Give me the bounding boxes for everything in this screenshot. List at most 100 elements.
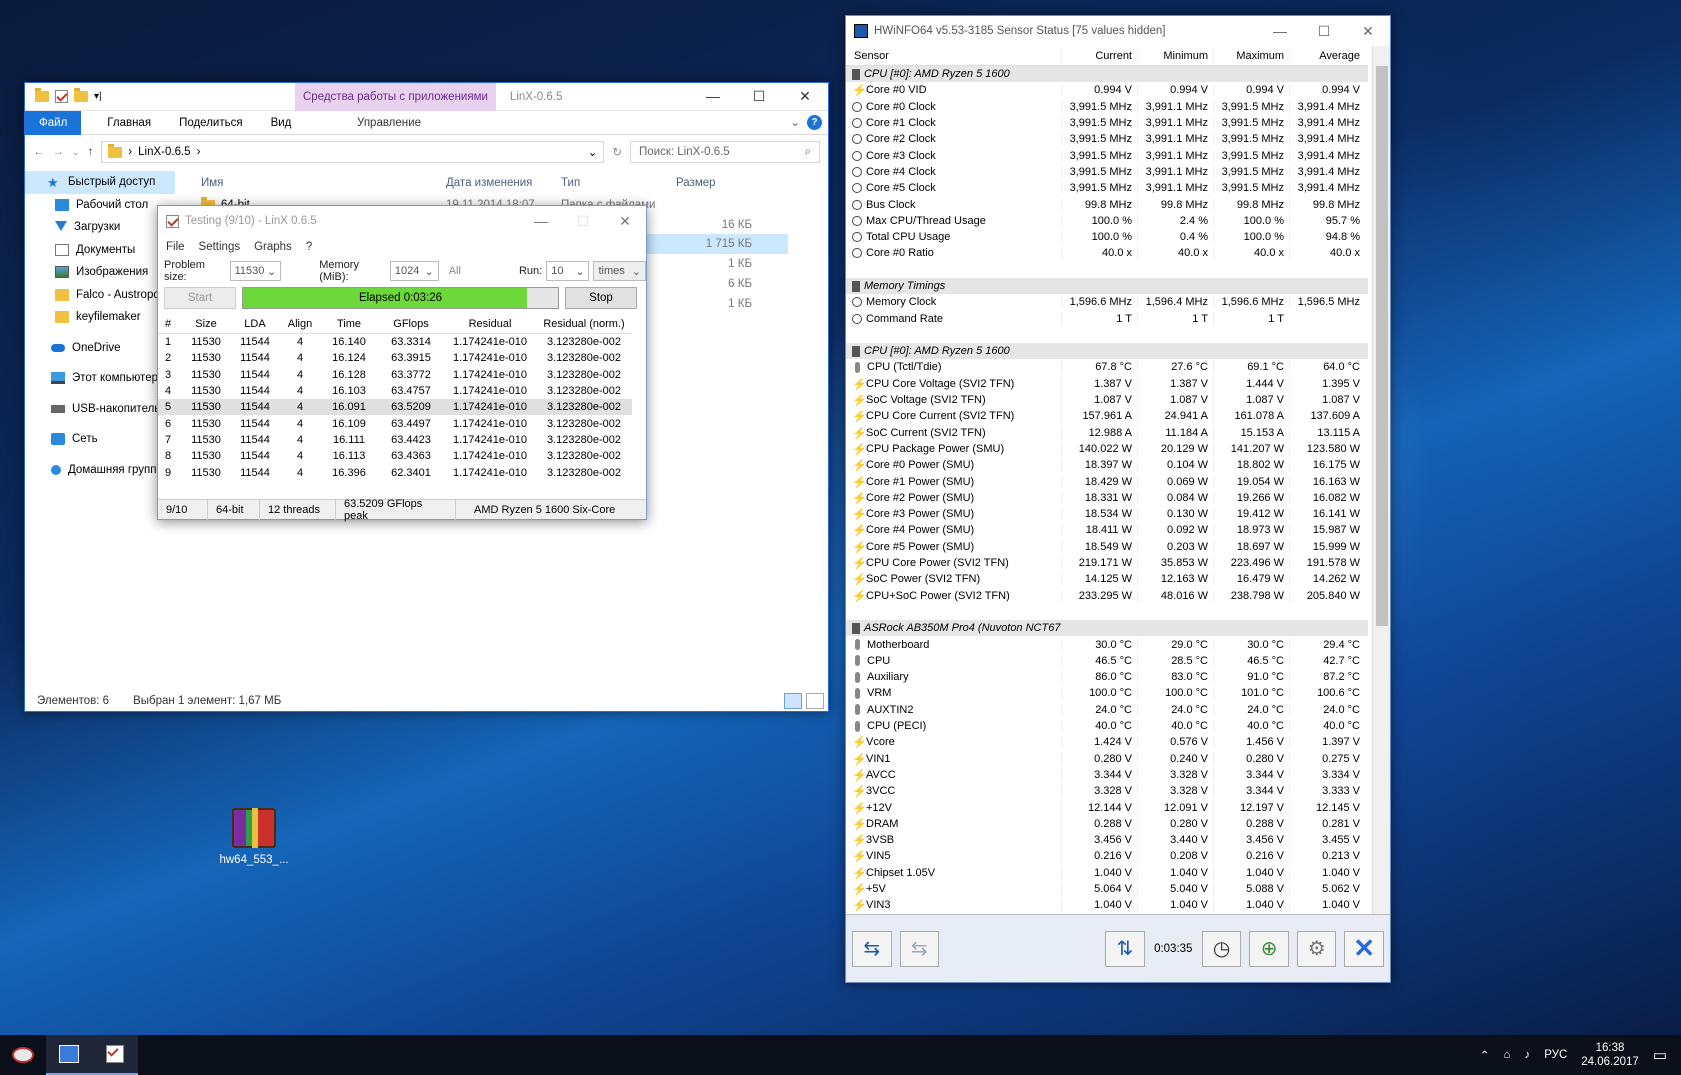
volume-icon[interactable]: ♪ (1524, 1049, 1530, 1061)
sensor-row[interactable]: VRM 100.0 °C 100.0 °C 101.0 °C 100.6 °C (846, 685, 1368, 701)
sensor-row[interactable]: ⚡ Core #4 Power (SMU) 18.411 W 0.092 W 18.97… (846, 522, 1368, 538)
column-type[interactable]: Тип (555, 177, 670, 189)
sensor-row[interactable]: Core #5 Clock 3,991.5 MHz 3,991.1 MHz 3,991… (846, 180, 1368, 196)
sensor-row[interactable]: ⚡ AVCC 3.344 V 3.328 V 3.344 V 3.334 V (846, 767, 1368, 783)
network-icon[interactable]: ⇅ (1105, 930, 1145, 967)
minimize-icon[interactable]: — (1258, 23, 1302, 40)
sensor-row[interactable]: ⚡ 3VSB 3.456 V 3.440 V 3.456 V 3.455 V (846, 832, 1368, 848)
problem-size-combo[interactable]: 11530 ⌄ (229, 261, 282, 281)
result-row[interactable]: 6 11530 11544 4 16.109 63.4497 1.174241e-010 3.… (158, 415, 632, 431)
menu-graphs[interactable]: Graphs (254, 241, 292, 253)
nav-pictures[interactable]: Изображения (25, 261, 175, 284)
result-row[interactable]: 2 11530 11544 4 16.124 63.3915 1.174241e-010 3.… (158, 350, 632, 366)
sensor-row[interactable]: ⚡ Core #5 Power (SMU) 18.549 W 0.203 W 18.69… (846, 539, 1368, 555)
sensor-row[interactable]: ⚡ +12V 12.144 V 12.091 V 12.197 V 12.145 V (846, 799, 1368, 815)
sensor-row[interactable]: ⚡ SoC Power (SVI2 TFN) 14.125 W 12.163 W 16.… (846, 571, 1368, 587)
sensor-row[interactable]: ⚡ VIN1 0.280 V 0.240 V 0.280 V 0.275 V (846, 750, 1368, 766)
sensor-row[interactable]: ⚡ DRAM 0.288 V 0.280 V 0.288 V 0.281 V (846, 816, 1368, 832)
tab-share[interactable]: Поделиться (165, 117, 257, 129)
details-view-icon[interactable] (784, 693, 802, 709)
nav-homegroup[interactable]: Домашняя групп (25, 459, 175, 482)
column-size[interactable]: Размер (670, 177, 760, 189)
sensor-row[interactable]: ⚡ Chipset 1.05V 1.040 V 1.040 V 1.040 V 1.040… (846, 865, 1368, 881)
taskbar-app-linx[interactable] (92, 1035, 138, 1075)
up-icon[interactable]: ↑ (88, 146, 94, 158)
minimize-icon[interactable]: — (520, 213, 562, 230)
blank-row[interactable] (846, 327, 1368, 343)
sensor-row[interactable]: ⚡ Vcore 1.424 V 0.576 V 1.456 V 1.397 V (846, 734, 1368, 750)
sensor-row[interactable]: ⚡ CPU Core Voltage (SVI2 TFN) 1.387 V 1.387… (846, 376, 1368, 392)
tab-home[interactable]: Главная (93, 117, 165, 129)
nav-quick-access[interactable]: ★ Быстрый доступ (25, 171, 175, 194)
sensor-row[interactable]: CPU 46.5 °C 28.5 °C 46.5 °C 42.7 °C (846, 653, 1368, 669)
address-bar[interactable]: › LinX-0.6.5 › ⌄ (101, 141, 605, 163)
run-unit-combo[interactable]: times ⌄ (593, 261, 647, 281)
help-icon[interactable]: ? (807, 115, 822, 130)
result-row[interactable]: 7 11530 11544 4 16.111 63.4423 1.174241e-010 3.… (158, 432, 632, 448)
sensor-row[interactable]: Core #4 Clock 3,991.5 MHz 3,991.1 MHz 3,991… (846, 164, 1368, 180)
sensor-group-header[interactable]: Memory Timings (846, 277, 1368, 295)
sensor-row[interactable]: Command Rate 1 T1 T1 T (846, 310, 1368, 326)
menu-help[interactable]: ? (306, 241, 312, 253)
blank-row[interactable] (846, 262, 1368, 278)
column-name[interactable]: Имя (195, 177, 440, 189)
sensor-row[interactable]: ⚡ CPU Core Power (SVI2 TFN) 219.171 W 35.85… (846, 555, 1368, 571)
tab-file[interactable]: Файл (25, 110, 82, 135)
sensor-row[interactable]: ⚡ Core #2 Power (SMU) 18.331 W 0.084 W 19.26… (846, 490, 1368, 506)
nav-arrows-disabled-icon[interactable]: ⇆ (899, 930, 940, 967)
close-sensors-icon[interactable]: ✕ (1344, 930, 1384, 967)
nav-desktop[interactable]: Рабочий стол (25, 194, 175, 217)
sensor-row[interactable]: Core #2 Clock 3,991.5 MHz 3,991.1 MHz 3,991… (846, 131, 1368, 147)
sensor-row[interactable]: Core #3 Clock 3,991.5 MHz 3,991.1 MHz 3,991… (846, 147, 1368, 163)
add-report-icon[interactable]: ⊕ (1249, 930, 1289, 967)
taskbar-app-paint[interactable] (0, 1035, 46, 1075)
ribbon-expand-icon[interactable]: ⌄ (790, 115, 800, 129)
sensor-row[interactable]: ⚡ Core #3 Power (SMU) 18.534 W 0.130 W 19.41… (846, 506, 1368, 522)
nav-onedrive[interactable]: OneDrive (25, 337, 175, 360)
address-dropdown-icon[interactable]: ⌄ (588, 145, 598, 159)
taskbar-app-hwinfo[interactable] (46, 1035, 92, 1075)
search-input[interactable]: Поиск: LinX-0.6.5 ⌕ (630, 141, 820, 163)
col-maximum[interactable]: Maximum (1213, 49, 1289, 62)
recent-icon[interactable]: ⌄ (72, 147, 80, 158)
properties-icon[interactable] (55, 90, 68, 103)
result-row[interactable]: 5 11530 11544 4 16.091 63.5209 1.174241e-010 3.… (158, 399, 632, 416)
sensor-row[interactable]: Total CPU Usage 100.0 % 0.4 % 100.0 % 94.8 % (846, 229, 1368, 245)
tray-expand-icon[interactable]: ⌃ (1480, 1048, 1490, 1062)
memory-combo[interactable]: 1024 ⌄ (389, 261, 439, 281)
clock-icon[interactable]: ◷ (1201, 930, 1242, 967)
sensor-row[interactable]: Memory Clock 1,596.6 MHz 1,596.4 MHz 1,596.… (846, 294, 1368, 310)
result-row[interactable]: 3 11530 11544 4 16.128 63.3772 1.174241e-010 3.… (158, 367, 632, 383)
nav-documents[interactable]: Документы (25, 239, 175, 262)
nav-this-pc[interactable]: Этот компьютер (25, 367, 175, 390)
sensor-row[interactable]: Core #0 Ratio 40.0 x 40.0 x 40.0 x 40.0 x (846, 245, 1368, 261)
nav-network[interactable]: Сеть (25, 428, 175, 451)
nav-downloads[interactable]: Загрузки (25, 216, 175, 239)
result-row[interactable]: 1 11530 11544 4 16.140 63.3314 1.174241e-010 3.… (158, 334, 632, 350)
menu-file[interactable]: File (166, 241, 185, 253)
run-count-combo[interactable]: 10 ⌄ (546, 261, 590, 281)
column-date[interactable]: Дата изменения (440, 177, 555, 189)
minimize-icon[interactable]: — (690, 88, 736, 105)
col-current[interactable]: Current (1061, 49, 1137, 62)
sensor-group-header[interactable]: ASRock AB350M Pro4 (Nuvoton NCT67... (846, 620, 1368, 637)
maximize-icon[interactable]: ☐ (1302, 23, 1346, 40)
desktop-icon-archive[interactable]: hw64_553_... (212, 808, 296, 866)
app-tools-tab[interactable]: Средства работы с приложениями (295, 82, 496, 111)
maximize-icon[interactable]: ☐ (736, 88, 782, 105)
sensor-row[interactable]: ⚡ SoC Voltage (SVI2 TFN) 1.087 V 1.087 V 1.0… (846, 392, 1368, 408)
sensor-row[interactable]: ⚡ Core #0 Power (SMU) 18.397 W 0.104 W 18.80… (846, 457, 1368, 473)
sensor-row[interactable]: Motherboard 30.0 °C 29.0 °C 30.0 °C 29.4 °C (846, 636, 1368, 652)
sensor-row[interactable]: CPU (Tctl/Tdie) 67.8 °C 27.6 °C 69.1 °C 64.0… (846, 359, 1368, 375)
col-average[interactable]: Average (1289, 49, 1365, 62)
col-minimum[interactable]: Minimum (1137, 49, 1213, 62)
memory-all-button[interactable]: All (449, 265, 461, 277)
sensor-row[interactable]: Bus Clock 99.8 MHz 99.8 MHz 99.8 MHz 99.8 MH… (846, 196, 1368, 212)
menu-settings[interactable]: Settings (199, 241, 241, 253)
nav-falco[interactable]: Falco - Austropo (25, 284, 175, 307)
sensor-scrollbar[interactable] (1372, 46, 1390, 916)
scrollbar-thumb[interactable] (1376, 66, 1388, 626)
back-icon[interactable]: ← (33, 146, 45, 158)
sensor-row[interactable]: ⚡ CPU Core Current (SVI2 TFN) 157.961 A 24.… (846, 408, 1368, 424)
new-folder-icon[interactable] (74, 88, 88, 102)
